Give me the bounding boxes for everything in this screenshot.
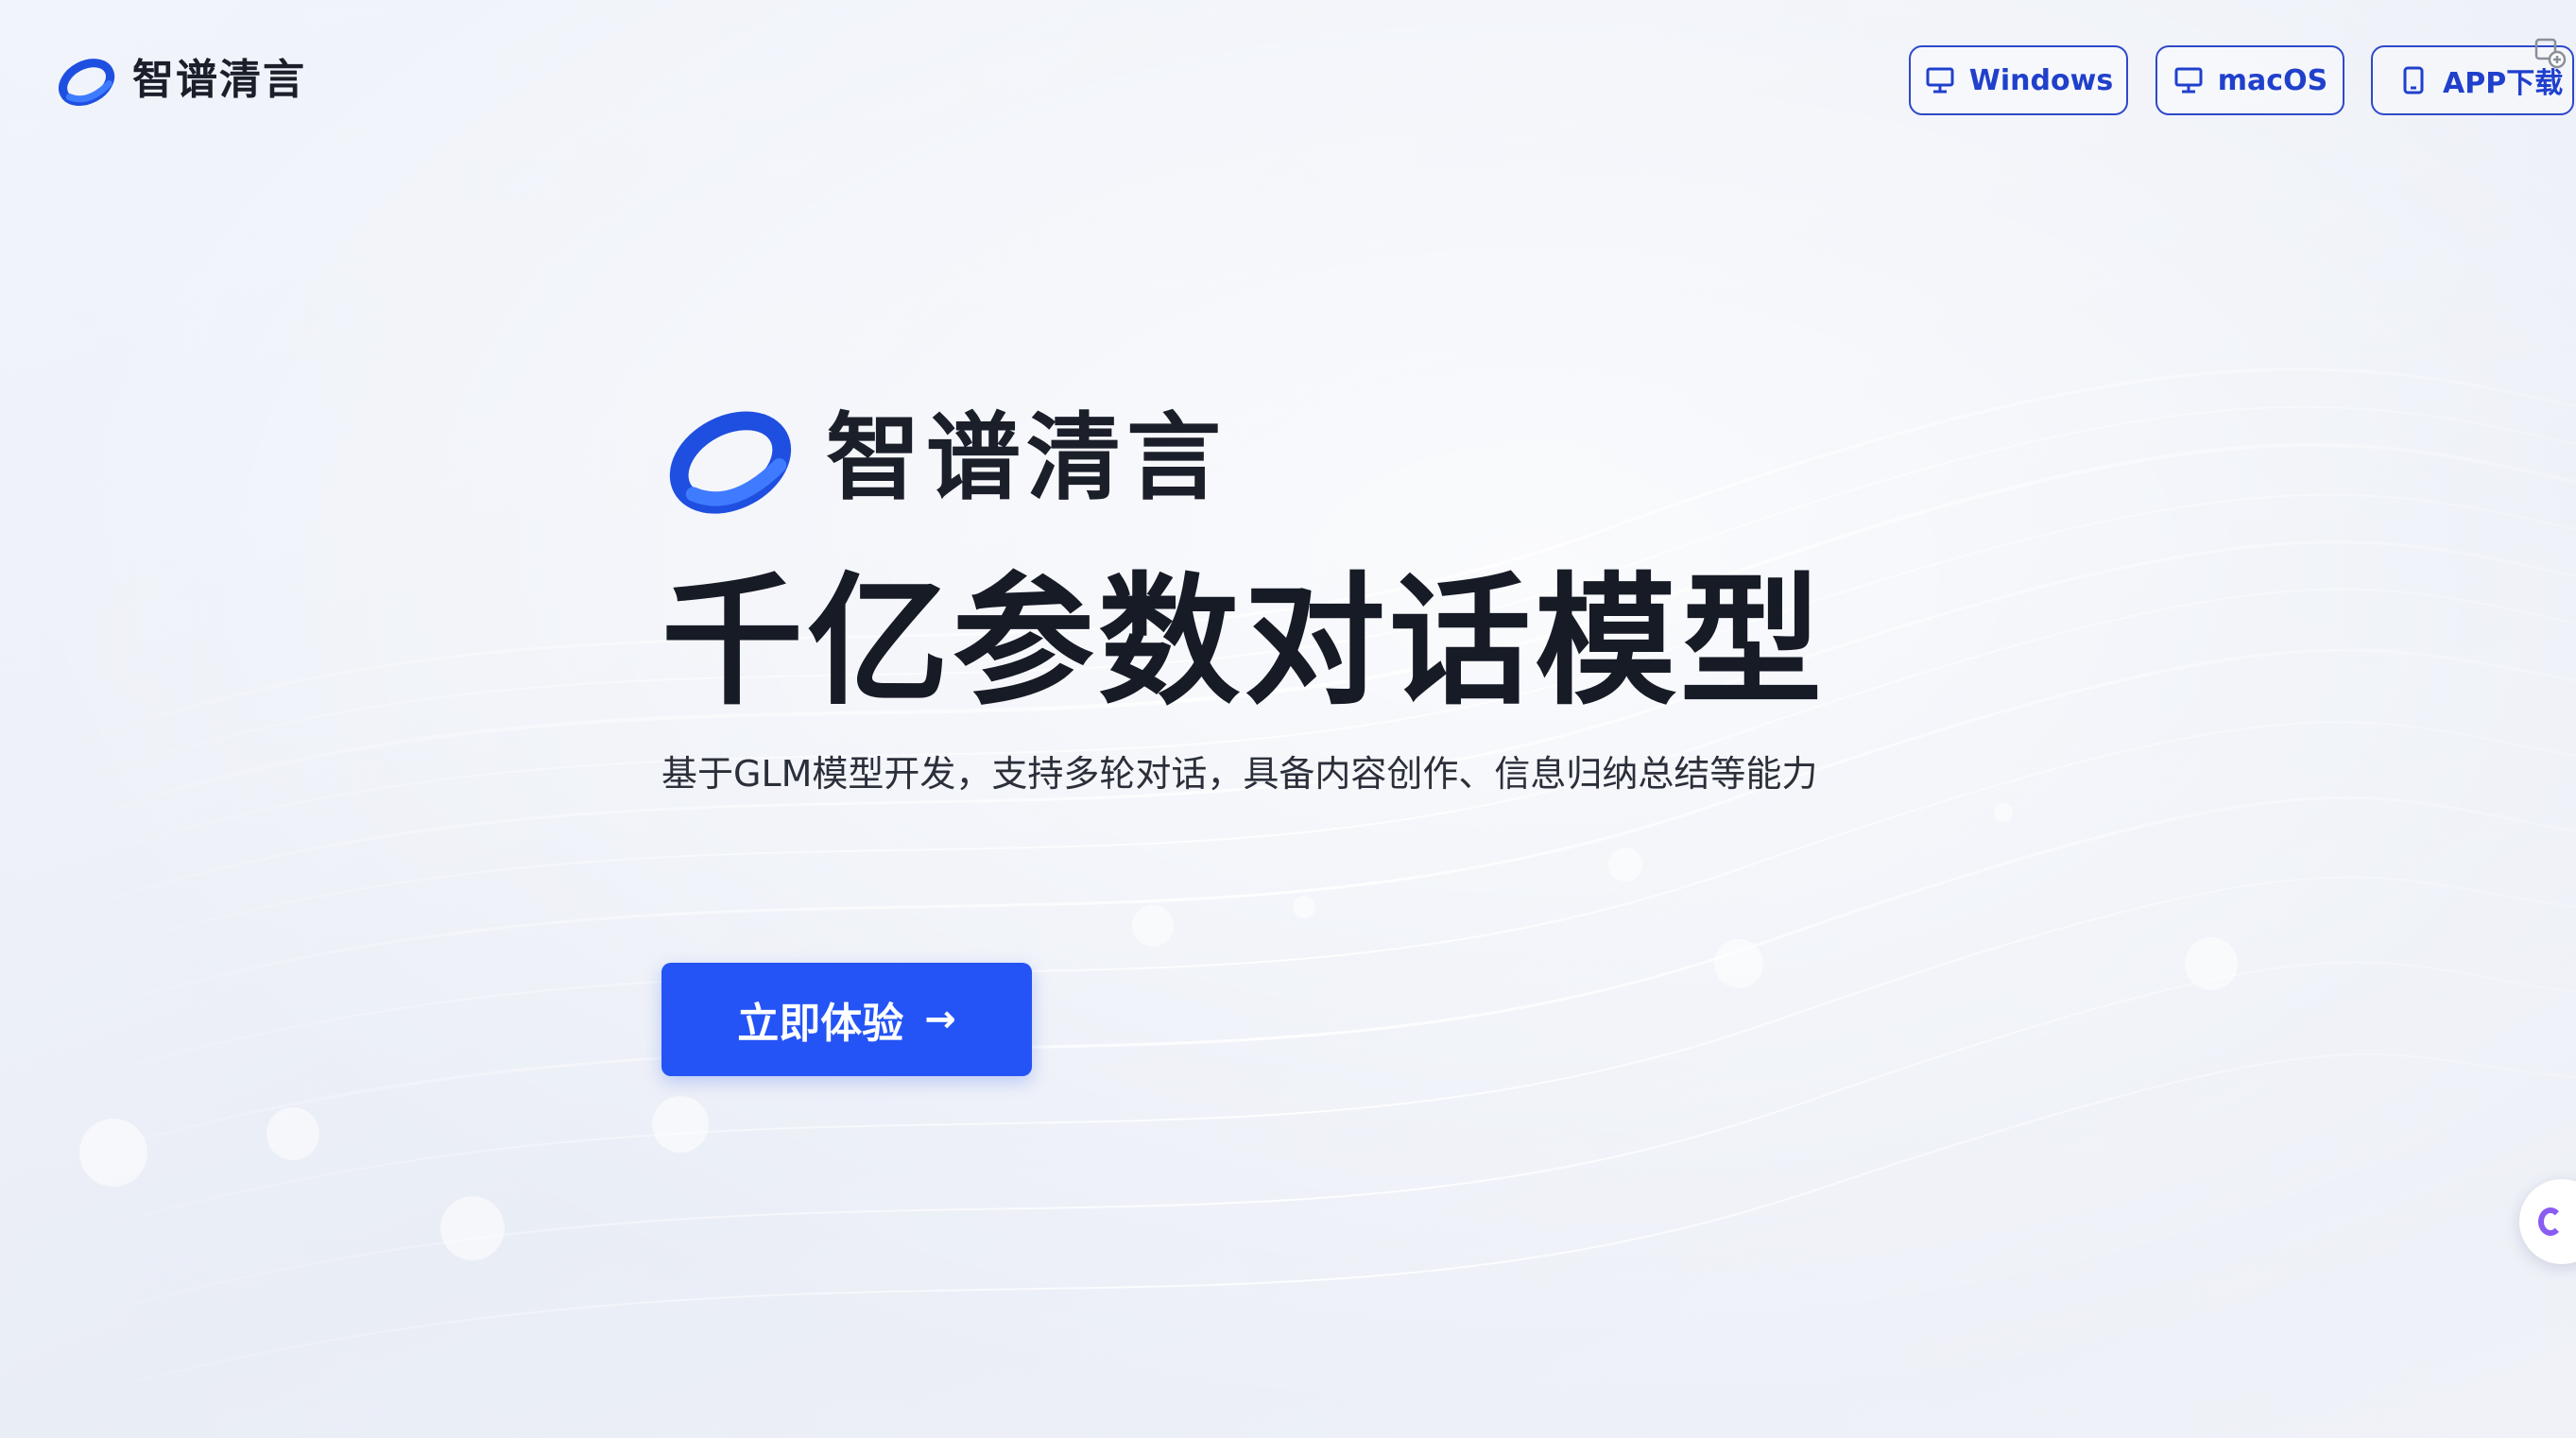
hero-brand: 智谱清言 bbox=[661, 378, 1984, 539]
hero-section: 智谱清言 千亿参数对话模型 基于GLM模型开发，支持多轮对话，具备内容创作、信息… bbox=[661, 378, 1984, 1076]
brand-logo-icon bbox=[59, 59, 115, 107]
monitor-icon bbox=[2172, 64, 2205, 96]
header-logo[interactable]: 智谱清言 bbox=[55, 47, 306, 113]
windows-download-button[interactable]: Windows bbox=[1909, 45, 2128, 115]
translate-extension-icon[interactable] bbox=[2531, 34, 2568, 72]
arrow-right-icon: → bbox=[924, 998, 956, 1041]
macos-button-label: macOS bbox=[2217, 63, 2328, 97]
top-bar: 智谱清言 Windows macOS APP下载 bbox=[0, 0, 2576, 161]
phone-icon bbox=[2397, 64, 2430, 96]
header-brand-name: 智谱清言 bbox=[132, 56, 306, 104]
monitor-icon bbox=[1924, 64, 1956, 96]
try-now-label: 立即体验 bbox=[737, 1000, 904, 1048]
hero-title: 千亿参数对话模型 bbox=[661, 560, 1827, 725]
assistant-icon bbox=[2538, 1207, 2563, 1236]
windows-button-label: Windows bbox=[1968, 63, 2114, 97]
macos-download-button[interactable]: macOS bbox=[2155, 45, 2344, 115]
try-now-button[interactable]: 立即体验 → bbox=[661, 963, 1032, 1076]
hero-subtitle: 基于GLM模型开发，支持多轮对话，具备内容创作、信息归纳总结等能力 bbox=[661, 753, 1818, 795]
brand-logo-icon bbox=[669, 411, 792, 514]
hero-brand-name: 智谱清言 bbox=[826, 402, 1227, 513]
